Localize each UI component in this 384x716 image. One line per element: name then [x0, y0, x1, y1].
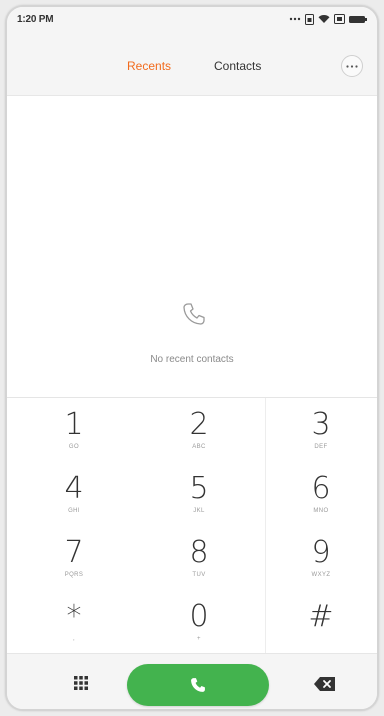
phone-icon [191, 678, 205, 692]
key-letters: , [72, 636, 76, 642]
notification-dots-icon [289, 17, 301, 21]
key-digit: 6 [311, 471, 331, 506]
key-hash[interactable]: # [261, 590, 377, 654]
signal-box-icon [334, 14, 345, 24]
key-digit: 3 [311, 407, 331, 442]
dialer-header: Recents Contacts [7, 41, 377, 96]
key-9[interactable]: 9 WXYZ [261, 526, 377, 590]
key-digit: 4 [64, 471, 84, 506]
key-digit: 5 [189, 471, 209, 506]
key-letters: PQRS [64, 572, 84, 578]
key-letters: GO [68, 444, 80, 450]
key-digit: 2 [189, 407, 209, 442]
tab-recents[interactable]: Recents [127, 59, 171, 73]
more-options-button[interactable] [341, 55, 363, 77]
key-5[interactable]: 5 JKL [139, 462, 259, 526]
backspace-icon[interactable] [313, 676, 337, 692]
key-6[interactable]: 6 MNO [261, 462, 377, 526]
key-2[interactable]: 2 ABC [139, 398, 259, 462]
call-button[interactable] [127, 664, 269, 706]
empty-state-message: No recent contacts [150, 354, 234, 365]
key-letters: WXYZ [311, 572, 331, 578]
key-letters: DEF [314, 444, 328, 450]
key-0[interactable]: 0 + [139, 590, 259, 654]
key-4[interactable]: 4 GHI [14, 462, 134, 526]
dialpad-grid-icon[interactable] [71, 673, 91, 693]
key-digit: 1 [64, 407, 84, 442]
key-letters: GHI [68, 508, 80, 514]
more-horizontal-icon [346, 64, 358, 68]
dialer-action-bar [7, 653, 377, 709]
phone-screen: 1:20 PM Recents Contacts No recent conta… [5, 5, 379, 711]
recents-list-empty: No recent contacts [7, 96, 377, 397]
key-digit: * [66, 599, 82, 634]
status-icons [289, 13, 367, 25]
status-bar: 1:20 PM [7, 7, 377, 41]
key-digit: 9 [311, 535, 331, 570]
key-digit: 7 [64, 535, 84, 570]
key-letters: + [197, 636, 201, 642]
key-letters: ABC [192, 444, 206, 450]
status-time: 1:20 PM [17, 14, 54, 25]
dial-keypad: 1 GO 2 ABC 3 DEF 4 GHI 5 JKL 6 MNO 7 PQR… [7, 397, 377, 654]
wifi-icon [318, 15, 330, 23]
key-3[interactable]: 3 DEF [261, 398, 377, 462]
phone-outline-icon [183, 303, 205, 325]
key-digit: # [308, 599, 334, 634]
sim-card-icon [305, 13, 314, 25]
key-letters: JKL [193, 508, 205, 514]
tab-contacts[interactable]: Contacts [214, 59, 261, 73]
battery-icon [349, 15, 367, 23]
key-star[interactable]: * , [14, 590, 134, 654]
key-7[interactable]: 7 PQRS [14, 526, 134, 590]
key-digit: 8 [189, 535, 209, 570]
key-digit: 0 [189, 599, 209, 634]
key-letters: MNO [313, 508, 329, 514]
key-letters: TUV [192, 572, 206, 578]
key-8[interactable]: 8 TUV [139, 526, 259, 590]
key-1[interactable]: 1 GO [14, 398, 134, 462]
